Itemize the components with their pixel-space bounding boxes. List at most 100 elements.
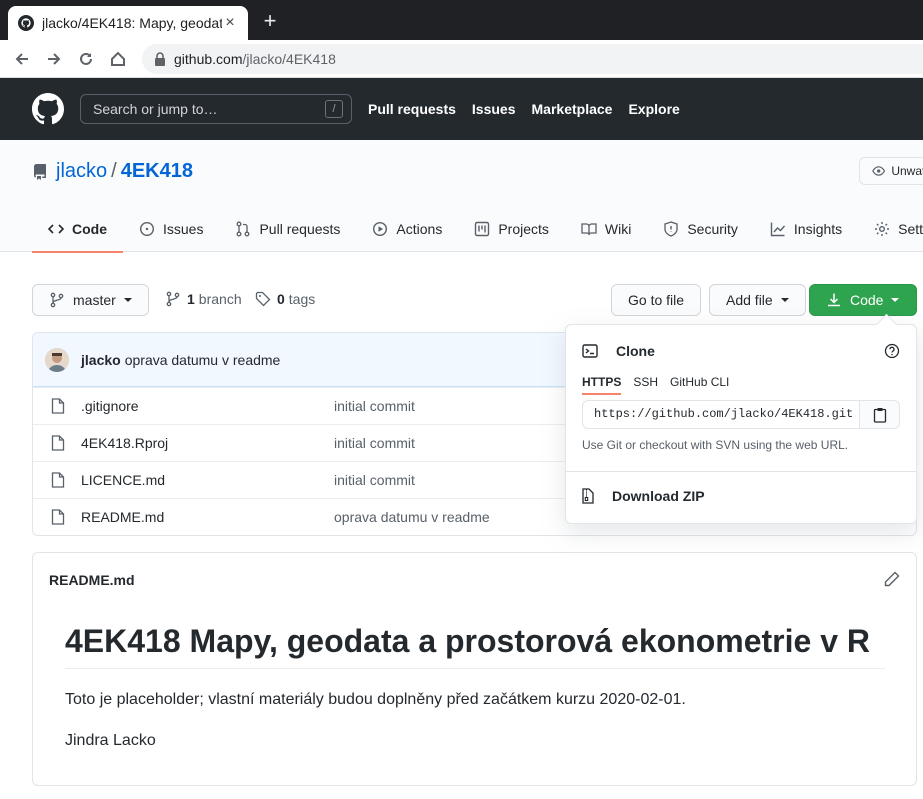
browser-tab[interactable]: jlacko/4EK418: Mapy, geodata a prostorov… — [8, 6, 248, 40]
address-bar[interactable]: github.com/jlacko/4EK418 — [142, 44, 923, 74]
clone-url-field[interactable]: https://github.com/jlacko/4EK418.git — [582, 400, 900, 429]
readme-filename[interactable]: README.md — [49, 572, 135, 588]
url-path: /jlacko/4EK418 — [242, 51, 336, 67]
tab-projects-label: Projects — [498, 221, 549, 237]
commit-message[interactable]: oprava datumu v readme — [125, 352, 281, 368]
branch-name: master — [73, 292, 116, 308]
tab-code-label: Code — [72, 221, 107, 237]
file-icon — [51, 509, 65, 525]
tab-actions-label: Actions — [396, 221, 443, 237]
clone-url-text[interactable]: https://github.com/jlacko/4EK418.git — [583, 401, 859, 428]
lock-icon — [155, 52, 165, 66]
tab-actions[interactable]: Actions — [356, 206, 458, 252]
question-icon[interactable] — [884, 343, 900, 359]
branches-link[interactable]: 1 branch — [165, 291, 242, 307]
terminal-icon — [582, 344, 598, 358]
graph-icon — [770, 222, 785, 237]
forward-arrow-icon[interactable] — [44, 49, 64, 69]
branch-select-button[interactable]: master — [32, 284, 149, 316]
avatar[interactable] — [45, 347, 69, 372]
home-icon[interactable] — [108, 49, 128, 69]
copy-button[interactable] — [859, 401, 899, 428]
back-arrow-icon[interactable] — [12, 49, 32, 69]
branch-icon — [50, 292, 64, 308]
clone-dropdown: Clone HTTPS SSH GitHub CLI https://githu… — [565, 324, 917, 524]
browser-toolbar: github.com/jlacko/4EK418 — [0, 40, 923, 78]
close-tab-icon[interactable]: × — [222, 15, 238, 31]
browser-tab-title: jlacko/4EK418: Mapy, geodata a prostorov… — [42, 15, 222, 31]
tab-https[interactable]: HTTPS — [582, 375, 622, 395]
download-zip-link[interactable]: Download ZIP — [582, 488, 705, 504]
tab-wiki[interactable]: Wiki — [565, 206, 647, 252]
file-commit-message[interactable]: initial commit — [334, 435, 415, 451]
download-icon — [828, 293, 840, 307]
unwatch-label: Unwatch — [891, 164, 923, 178]
file-commit-message[interactable]: oprava datumu v readme — [334, 509, 490, 525]
gear-icon — [875, 222, 890, 236]
tag-word: tags — [288, 291, 316, 307]
download-zip-label: Download ZIP — [612, 488, 705, 504]
tab-security-label: Security — [687, 221, 738, 237]
search-shortcut-badge: / — [325, 100, 343, 118]
tab-ssh[interactable]: SSH — [633, 375, 658, 395]
nav-issues[interactable]: Issues — [472, 101, 516, 117]
commit-author[interactable]: jlacko — [81, 352, 121, 368]
file-commit-message[interactable]: initial commit — [334, 398, 415, 414]
chevron-down-icon — [123, 298, 132, 302]
pencil-icon[interactable] — [884, 571, 900, 587]
tab-settings[interactable]: Settings — [858, 206, 923, 252]
add-file-button[interactable]: Add file — [709, 284, 806, 316]
unwatch-button[interactable]: Unwatch — [859, 157, 923, 185]
repo-icon — [33, 163, 46, 180]
branch-count: 1 — [187, 291, 195, 307]
eye-icon — [872, 166, 886, 176]
readme-heading: 4EK418 Mapy, geodata a prostorová ekonom… — [65, 623, 885, 669]
tag-icon — [255, 291, 271, 307]
tab-security[interactable]: Security — [647, 206, 754, 252]
chevron-down-icon — [891, 298, 900, 302]
tab-code[interactable]: Code — [32, 206, 123, 253]
code-icon — [48, 224, 64, 234]
readme-box: README.md 4EK418 Mapy, geodata a prostor… — [32, 552, 917, 786]
tab-projects[interactable]: Projects — [458, 206, 565, 252]
file-name[interactable]: README.md — [81, 509, 164, 525]
tab-insights[interactable]: Insights — [754, 206, 858, 252]
issue-icon — [139, 221, 155, 237]
repo-name-link[interactable]: 4EK418 — [121, 160, 193, 183]
tags-link[interactable]: 0 tags — [255, 291, 315, 307]
book-icon — [581, 223, 597, 236]
nav-marketplace[interactable]: Marketplace — [532, 101, 613, 117]
code-button-label: Code — [850, 292, 884, 308]
go-to-file-button[interactable]: Go to file — [611, 284, 702, 316]
reload-icon[interactable] — [76, 49, 96, 69]
clone-title: Clone — [616, 343, 655, 359]
pull-request-icon — [237, 221, 250, 237]
github-header: Search or jump to… / Pull requests Issue… — [0, 78, 923, 140]
go-to-file-label: Go to file — [628, 292, 685, 308]
file-commit-message[interactable]: initial commit — [334, 472, 415, 488]
readme-paragraph: Toto je placeholder; vlastní materiály b… — [65, 691, 686, 708]
nav-explore[interactable]: Explore — [628, 101, 679, 117]
file-name[interactable]: .gitignore — [81, 398, 139, 414]
repo-separator: / — [111, 160, 117, 182]
nav-pull-requests[interactable]: Pull requests — [368, 101, 456, 117]
file-icon — [51, 472, 65, 488]
repo-tabs: Code Issues Pull requests Actions Projec… — [32, 206, 923, 253]
tab-github-cli[interactable]: GitHub CLI — [670, 375, 729, 395]
branch-word: branch — [198, 291, 242, 307]
tab-wiki-label: Wiki — [604, 221, 632, 237]
tab-pull-requests[interactable]: Pull requests — [219, 206, 356, 252]
repo-owner-link[interactable]: jlacko — [56, 160, 107, 183]
file-name[interactable]: LICENCE.md — [81, 472, 165, 488]
file-name[interactable]: 4EK418.Rproj — [81, 435, 168, 451]
branch-icon — [166, 291, 180, 307]
search-input[interactable]: Search or jump to… / — [80, 94, 352, 124]
add-file-label: Add file — [726, 292, 773, 308]
repo-header: jlacko / 4EK418 Unwatch Code Issues Pull… — [0, 140, 923, 253]
tab-issues[interactable]: Issues — [123, 206, 219, 252]
code-dropdown-button[interactable]: Code — [809, 284, 917, 316]
new-tab-icon[interactable]: + — [258, 10, 282, 34]
tab-issues-label: Issues — [163, 221, 204, 237]
github-logo-icon[interactable] — [32, 93, 64, 125]
browser-tabstrip: jlacko/4EK418: Mapy, geodata a prostorov… — [0, 0, 923, 40]
